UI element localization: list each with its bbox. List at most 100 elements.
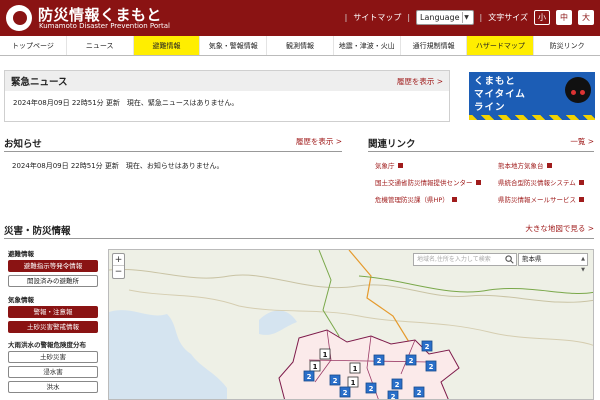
nav-item[interactable]: トップページ [0,36,67,55]
zoom-out-button[interactable]: − [113,266,124,278]
evacuation-orders-button[interactable]: 避難指示等発令情報 [8,260,98,272]
map-marker-label: 2 [333,377,338,385]
language-select[interactable]: Language ▼ [416,9,474,25]
map-marker-label: 1 [353,365,358,373]
related-link-crisis-management[interactable]: 危機管理防災課（県HP） [375,194,457,204]
evacuation-category-label: 避難情報 [8,250,34,258]
font-small-button[interactable]: 小 [534,9,550,25]
prefecture-select-value: 熊本県 [522,255,542,263]
map-marker[interactable]: 2 [387,390,399,400]
site-header: 防災情報くまもと Kumamoto Disaster Prevention Po… [0,0,600,36]
map-zoom-control: + − [112,253,125,279]
map-marker-label: 2 [343,389,348,397]
sitemap-link[interactable]: サイトマップ [353,12,401,23]
notice-history-link[interactable]: 履歴を表示 > [296,136,342,147]
font-large-button[interactable]: 大 [578,9,594,25]
nav-item[interactable]: 通行規制情報 [401,36,468,55]
big-map-link[interactable]: 大きな地図で見る > [525,223,594,234]
external-link-icon [397,163,403,168]
map-marker[interactable]: 2 [365,382,377,394]
nav-item[interactable]: 地震・津波・火山 [334,36,401,55]
map-marker[interactable]: 1 [309,360,321,372]
landslide-risk-button[interactable]: 土砂災害 [8,351,98,363]
map-search-input[interactable] [413,253,517,266]
map-marker[interactable]: 2 [329,374,341,386]
related-link-jma[interactable]: 気象庁 [375,160,403,170]
related-link-mail-service[interactable]: 県防災情報メールサービス [498,194,584,204]
related-link-label: 県統合型防災情報システム [498,179,576,187]
external-link-icon [475,180,481,185]
disaster-map[interactable]: 111122222222222 [108,249,594,400]
related-link-label: 県防災情報メールサービス [498,196,576,204]
related-link-label: 気象庁 [375,162,395,170]
map-marker[interactable]: 1 [349,362,361,374]
related-link-integrated-system[interactable]: 県統合型防災情報システム [498,177,584,187]
related-links-title: 関連リンク [368,139,416,150]
related-link-kumamoto-observatory[interactable]: 熊本地方気象台 [498,160,552,170]
map-marker-label: 2 [425,343,430,351]
nav-item[interactable]: 避難情報 [133,36,201,55]
flood-risk-category-label: 大雨洪水の警報危険度分布 [8,341,86,349]
related-link-label: 熊本地方気象台 [498,162,544,170]
warnings-advisories-button[interactable]: 警報・注意報 [8,306,98,318]
global-nav: トップページ ニュース 避難情報 気象・警報情報 観測情報 地震・津波・火山 通行規制情報ハ… [0,36,600,56]
map-marker[interactable]: 2 [391,378,403,390]
map-marker-label: 1 [313,363,318,371]
map-marker-label: 2 [395,381,400,389]
open-shelters-button[interactable]: 開設済みの避難所 [8,275,98,287]
chevron-down-icon: ▲ ▼ [581,256,585,273]
map-marker-label: 2 [369,385,374,393]
map-marker[interactable]: 2 [413,386,425,398]
urgent-news-panel: 緊急ニュース 履歴を表示 > 2024年08月09日 22時51分 更新 現在、… [4,70,450,122]
map-markers-layer: 11 112 22 222222 22 [303,340,437,400]
external-link-icon [578,180,584,185]
map-marker-label: 2 [307,373,312,381]
related-link-label: 危機管理防災課（県HP） [375,196,449,204]
inundation-risk-button[interactable]: 浸水害 [8,366,98,378]
search-icon[interactable] [505,255,514,264]
kumamoto-logo-icon[interactable] [6,5,32,31]
map-marker[interactable]: 2 [405,354,417,366]
banner-line-1: くまもと [474,76,516,87]
nav-item[interactable]: ハザードマップ [467,36,535,55]
map-marker-label: 2 [409,357,414,365]
nav-item[interactable]: 観測情報 [267,36,334,55]
map-marker[interactable]: 2 [421,340,433,352]
page-root: 防災情報くまもと Kumamoto Disaster Prevention Po… [0,0,600,400]
divider: | [407,12,411,22]
banner-text: くまもと マイタイム ライン [474,75,564,114]
prefecture-select[interactable]: 熊本県 ▲ ▼ [518,253,588,273]
font-medium-button[interactable]: 中 [556,9,572,25]
my-timeline-banner[interactable]: くまもと マイタイム ライン [469,72,595,120]
nav-item[interactable]: 防災リンク [534,36,600,55]
map-marker-label: 2 [377,357,382,365]
nav-item[interactable]: ニュース [67,36,134,55]
map-marker[interactable]: 2 [373,354,385,366]
banner-line-2: マイタイム [474,89,526,100]
related-link-mlit-center[interactable]: 国土交通省防災情報提供センター [375,177,481,187]
related-links-list-link[interactable]: 一覧 > [570,136,594,147]
map-marker-label: 1 [351,379,356,387]
map-marker[interactable]: 1 [319,348,331,360]
landslide-alert-button[interactable]: 土砂災害警戒情報 [8,321,98,333]
map-marker[interactable]: 2 [303,370,315,382]
kumamon-icon [565,77,591,103]
divider: | [344,12,348,22]
banner-line-3: ライン [474,102,506,113]
external-link-icon [579,197,584,202]
map-marker[interactable]: 2 [425,360,437,372]
weather-category-label: 気象情報 [8,296,34,304]
map-marker-label: 1 [323,351,328,359]
zoom-in-button[interactable]: + [113,254,124,266]
flood-risk-button[interactable]: 洪水 [8,381,98,393]
urgent-news-title: 緊急ニュース [11,77,68,88]
disaster-info-title: 災害・防災情報 [4,226,71,237]
map-marker[interactable]: 1 [347,376,359,388]
notice-title: お知らせ [4,139,42,150]
map-marker[interactable]: 2 [339,386,351,398]
nav-item[interactable]: 気象・警報情報 [200,36,268,55]
chevron-down-icon: ▼ [461,11,471,23]
disaster-info-header: 災害・防災情報 大きな地図で見る > [4,223,594,239]
urgent-history-link[interactable]: 履歴を表示 > [397,76,443,87]
external-link-icon [546,163,552,168]
